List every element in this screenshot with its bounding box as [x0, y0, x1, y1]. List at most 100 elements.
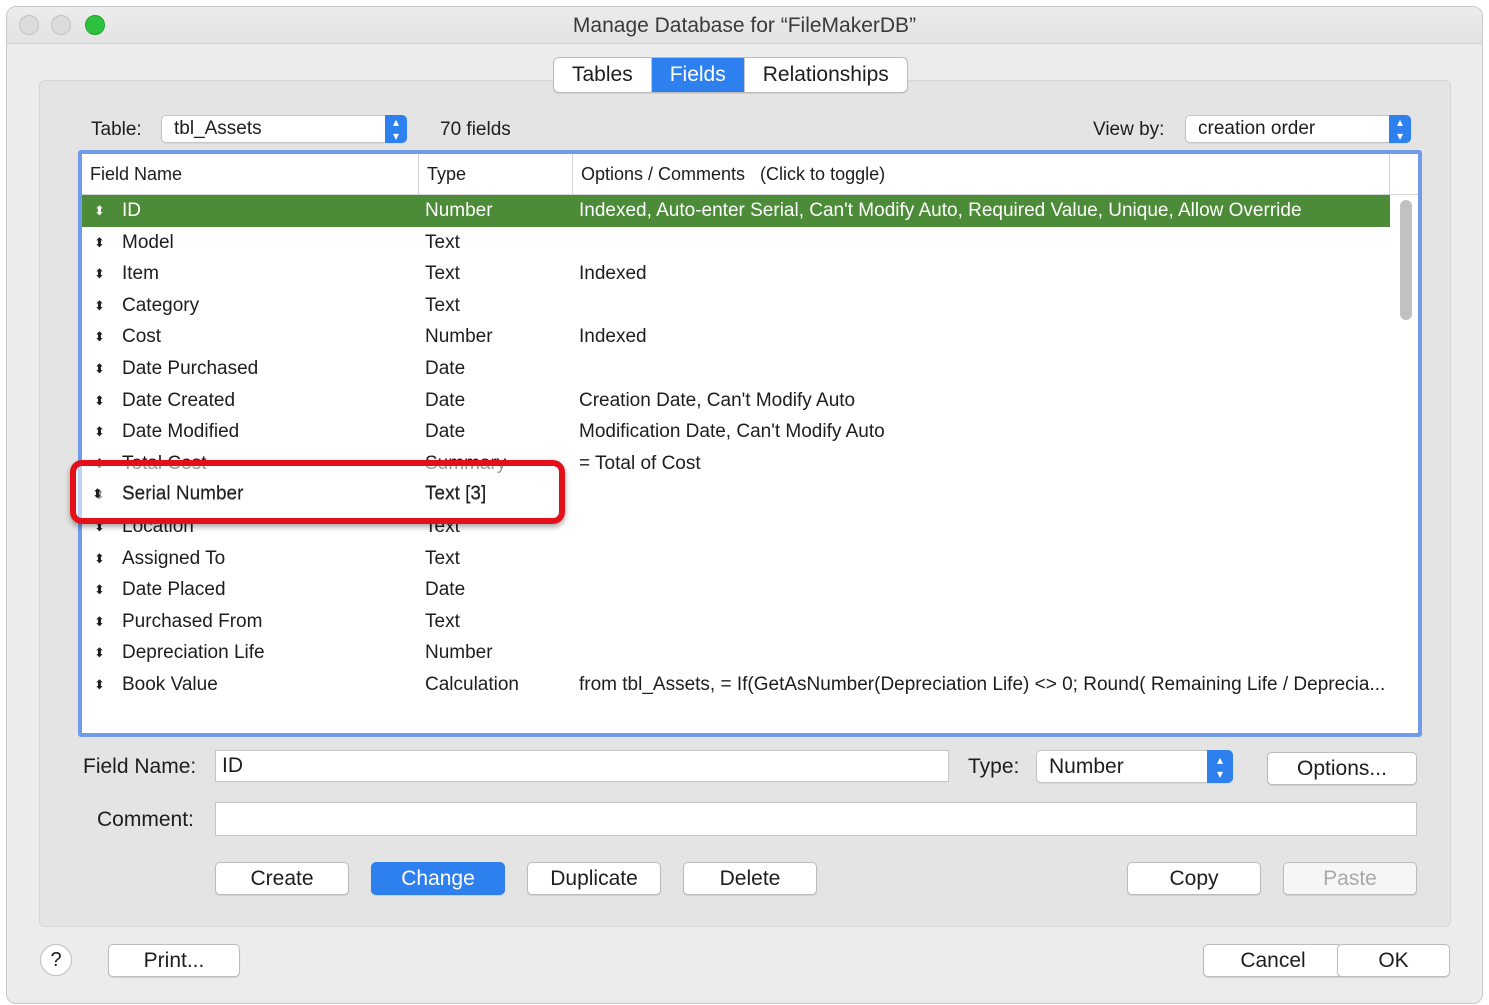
comment-input[interactable] — [215, 802, 1417, 836]
table-row[interactable]: ⬍ Date Placed Date — [82, 574, 1390, 606]
field-options-cell: Indexed — [579, 263, 647, 285]
change-button[interactable]: Change — [371, 862, 505, 895]
table-row[interactable]: ⬍ Date Purchased Date — [82, 353, 1390, 385]
drag-handle-icon[interactable]: ⬍ — [94, 669, 105, 701]
view-by-label: View by: — [1093, 119, 1165, 140]
chevron-updown-icon: ▴ ▾ — [1207, 750, 1233, 783]
drag-handle-icon[interactable]: ⬍ — [94, 290, 105, 322]
highlighted-field-name: Serial Number — [122, 483, 244, 504]
chevron-updown-icon: ▴ ▾ — [1389, 115, 1411, 143]
fields-rows: ⬍ ID Number Indexed, Auto-enter Serial, Can… — [82, 195, 1390, 701]
fields-list[interactable]: Field Name Type Options / Comments (Clic… — [78, 150, 1422, 737]
field-name-cell: Date Modified — [122, 421, 240, 443]
table-row[interactable]: ⬍ Cost Number Indexed — [82, 321, 1390, 353]
field-name-cell: Model — [122, 231, 174, 253]
drag-handle-icon[interactable]: ⬍ — [94, 416, 105, 448]
drag-handle-icon[interactable]: ⬍ — [94, 321, 105, 353]
delete-button[interactable]: Delete — [683, 862, 817, 895]
drag-handle-icon[interactable]: ⬍ — [94, 574, 105, 606]
help-icon[interactable]: ? — [40, 944, 72, 976]
type-label: Type: — [968, 755, 1020, 778]
field-name-cell: Purchased From — [122, 610, 263, 632]
tab-switcher: Tables Fields Relationships — [553, 57, 908, 93]
field-options-cell: Creation Date, Can't Modify Auto — [579, 389, 856, 411]
drag-handle-icon[interactable]: ⬍ — [94, 543, 105, 575]
paste-button: Paste — [1283, 862, 1417, 895]
field-name-cell: Cost — [122, 326, 162, 348]
field-type-cell: Date — [425, 421, 466, 443]
view-by-value: creation order — [1198, 118, 1316, 139]
view-by-popup[interactable]: creation order ▴ ▾ — [1185, 115, 1411, 143]
table-row[interactable]: ⬍ Assigned To Text — [82, 543, 1390, 575]
window-title: Manage Database for “FileMakerDB” — [572, 14, 917, 37]
table-row[interactable]: ⬍ ID Number Indexed, Auto-enter Serial, Can… — [82, 195, 1390, 227]
tab-tables[interactable]: Tables — [554, 58, 652, 92]
drag-handle-icon[interactable]: ⬍ — [94, 385, 105, 417]
ok-button[interactable]: OK — [1337, 944, 1450, 977]
field-options-cell: Indexed, Auto-enter Serial, Can't Modify… — [579, 200, 1302, 221]
create-button[interactable]: Create — [215, 862, 349, 895]
drag-handle-icon[interactable]: ⬍ — [94, 353, 105, 385]
field-name-cell: Assigned To — [122, 547, 226, 569]
field-options-cell: Indexed — [579, 326, 647, 348]
column-header-options[interactable]: Options / Comments (Click to toggle) — [573, 154, 1390, 194]
highlighted-field-type: Text [3] — [425, 483, 487, 504]
column-header-field-name[interactable]: Field Name — [82, 154, 419, 194]
table-popup[interactable]: tbl_Assets ▴ ▾ — [161, 115, 407, 143]
field-name-cell: Item — [122, 263, 159, 285]
table-row[interactable]: ⬍ Book Value Calculation from tbl_Assets, =… — [82, 669, 1390, 701]
drag-handle-icon[interactable]: ⬍ — [94, 258, 105, 290]
duplicate-button[interactable]: Duplicate — [527, 862, 661, 895]
field-options-cell: from tbl_Assets, = If(GetAsNumber(Deprec… — [579, 673, 1386, 695]
field-type-cell: Number — [425, 642, 493, 664]
field-type-cell: Text — [425, 263, 460, 285]
copy-button[interactable]: Copy — [1127, 862, 1261, 895]
column-header-type[interactable]: Type — [419, 154, 573, 194]
field-options-cell: Modification Date, Can't Modify Auto — [579, 421, 885, 443]
table-row[interactable]: ⬍ Depreciation Life Number — [82, 637, 1390, 669]
table-row[interactable]: ⬍ Model Text — [82, 227, 1390, 259]
field-type-cell: Calculation — [425, 673, 519, 695]
list-header: Field Name Type Options / Comments (Clic… — [82, 154, 1418, 195]
tab-relationships[interactable]: Relationships — [745, 58, 907, 92]
field-name-cell: Date Placed — [122, 579, 226, 601]
field-type-cell: Text — [425, 610, 460, 632]
table-row[interactable]: ⬍ Purchased From Text — [82, 606, 1390, 638]
table-row[interactable]: ⬍ Date Created Date Creation Date, Can't Mo… — [82, 385, 1390, 417]
options-button[interactable]: Options... — [1267, 752, 1417, 785]
field-count: 70 fields — [440, 119, 511, 140]
field-name-cell: Date Created — [122, 389, 236, 411]
field-type-cell: Date — [425, 389, 466, 411]
field-name-cell: ID — [122, 200, 141, 221]
type-popup[interactable]: Number ▴ ▾ — [1036, 750, 1233, 783]
table-row[interactable]: ⬍ Category Text — [82, 290, 1390, 322]
drag-handle-icon[interactable]: ⬍ — [94, 195, 105, 227]
field-name-input[interactable]: ID — [215, 750, 949, 782]
field-type-cell: Text — [425, 547, 460, 569]
field-type-cell: Text — [425, 231, 460, 253]
field-type-cell: Date — [425, 579, 466, 601]
table-row[interactable]: ⬍ Item Text Indexed — [82, 258, 1390, 290]
chevron-updown-icon: ▴ ▾ — [385, 115, 407, 143]
field-options-cell: = Total of Cost — [579, 452, 701, 474]
type-popup-value: Number — [1049, 755, 1124, 778]
field-type-cell: Text — [425, 294, 460, 316]
field-type-cell: Number — [425, 200, 493, 221]
drag-handle-icon: ⬍ — [92, 486, 103, 501]
vertical-scrollbar[interactable] — [1400, 200, 1412, 320]
table-popup-value: tbl_Assets — [174, 118, 262, 139]
drag-handle-icon[interactable]: ⬍ — [94, 637, 105, 669]
field-name-label: Field Name: — [83, 755, 197, 778]
cancel-button[interactable]: Cancel — [1203, 944, 1343, 977]
field-name-cell: Depreciation Life — [122, 642, 265, 664]
drag-handle-icon[interactable]: ⬍ — [94, 227, 105, 259]
print-button[interactable]: Print... — [108, 944, 240, 977]
field-type-cell: Number — [425, 326, 493, 348]
field-type-cell: Date — [425, 357, 466, 379]
drag-handle-icon[interactable]: ⬍ — [94, 606, 105, 638]
tab-fields[interactable]: Fields — [651, 58, 745, 92]
field-name-cell: Date Purchased — [122, 357, 259, 379]
title-bar: Manage Database for “FileMakerDB” — [7, 7, 1482, 44]
comment-label: Comment: — [97, 808, 194, 831]
table-row[interactable]: ⬍ Date Modified Date Modification Date, Can… — [82, 416, 1390, 448]
